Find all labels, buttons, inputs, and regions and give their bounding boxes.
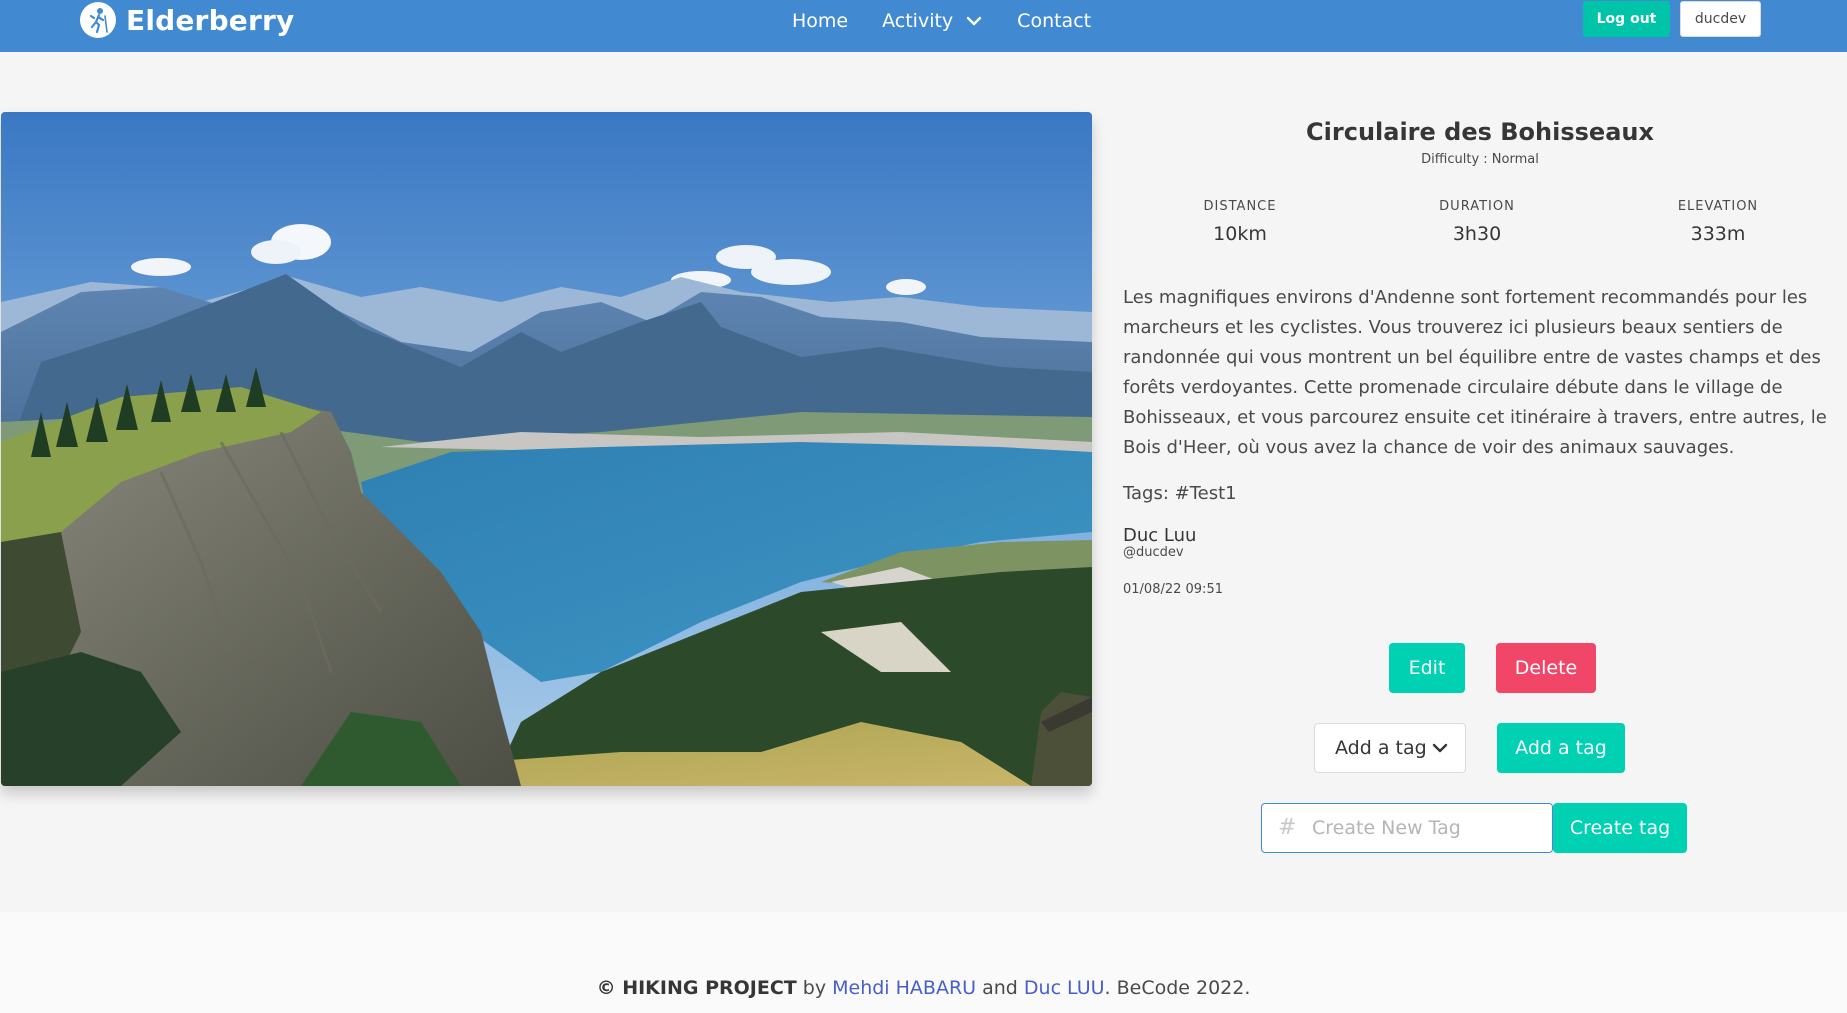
footer-author-link-2[interactable]: Duc LUU xyxy=(1024,977,1105,999)
logout-button[interactable]: Log out xyxy=(1583,1,1670,37)
delete-button[interactable]: Delete xyxy=(1496,643,1596,693)
hike-photo xyxy=(1,112,1092,786)
footer: © HIKING PROJECT by Mehdi HABARU and Duc… xyxy=(0,912,1847,1013)
stat-elevation-value: 333m xyxy=(1690,223,1746,245)
footer-and: and xyxy=(976,977,1024,999)
author-handle: @ducdev xyxy=(1123,545,1184,560)
footer-author-link-1[interactable]: Mehdi HABARU xyxy=(832,977,976,999)
navbar: Elderberry Home Activity Contact Log out… xyxy=(0,0,1847,52)
footer-by: by xyxy=(796,977,833,999)
brand-name: Elderberry xyxy=(126,3,295,37)
tag-select[interactable]: Add a tag xyxy=(1314,723,1466,773)
hike-tags: Tags: #Test1 xyxy=(1123,483,1237,504)
nav-home[interactable]: Home xyxy=(792,10,848,32)
footer-copyright: © HIKING PROJECT xyxy=(596,977,797,999)
user-profile-button[interactable]: ducdev xyxy=(1680,1,1761,37)
stat-distance-label: DISTANCE xyxy=(1203,199,1277,214)
nav-activity-label: Activity xyxy=(882,10,954,32)
hike-date: 01/08/22 09:51 xyxy=(1123,582,1223,597)
nav-contact[interactable]: Contact xyxy=(1017,10,1091,32)
tag-select-value: Add a tag xyxy=(1335,737,1427,759)
new-tag-field[interactable]: # xyxy=(1261,803,1553,853)
stat-distance: DISTANCE 10km xyxy=(1140,199,1340,245)
add-tag-button[interactable]: Add a tag xyxy=(1497,723,1625,773)
stat-duration: DURATION 3h30 xyxy=(1377,199,1577,245)
chevron-down-icon xyxy=(966,16,982,26)
chevron-down-icon xyxy=(1432,743,1448,753)
main-nav: Home Activity Contact xyxy=(792,0,1091,42)
create-tag-button[interactable]: Create tag xyxy=(1553,803,1687,853)
stat-distance-value: 10km xyxy=(1213,223,1267,245)
nav-activity-dropdown[interactable]: Activity xyxy=(882,10,983,32)
hashtag-icon: # xyxy=(1278,815,1297,840)
stat-elevation-label: ELEVATION xyxy=(1677,199,1759,214)
hike-difficulty: Difficulty : Normal xyxy=(1421,152,1539,167)
hike-description: Les magnifiques environs d'Andenne sont … xyxy=(1123,287,1827,458)
brand[interactable]: Elderberry xyxy=(80,0,294,40)
edit-button[interactable]: Edit xyxy=(1389,643,1465,693)
hike-stats: DISTANCE 10km DURATION 3h30 ELEVATION 33… xyxy=(1123,199,1837,269)
hiker-icon xyxy=(80,2,116,38)
hike-details: Circulaire des Bohisseaux Difficulty : N… xyxy=(1123,112,1837,597)
hike-title: Circulaire des Bohisseaux xyxy=(1306,118,1654,146)
stat-duration-value: 3h30 xyxy=(1452,223,1502,245)
stat-duration-label: DURATION xyxy=(1439,199,1515,214)
stat-elevation: ELEVATION 333m xyxy=(1618,199,1818,245)
footer-suffix: . BeCode 2022. xyxy=(1104,977,1251,999)
new-tag-input[interactable] xyxy=(1312,804,1542,852)
footer-text: © HIKING PROJECT by Mehdi HABARU and Duc… xyxy=(0,977,1847,999)
author-name: Duc Luu xyxy=(1123,525,1197,546)
